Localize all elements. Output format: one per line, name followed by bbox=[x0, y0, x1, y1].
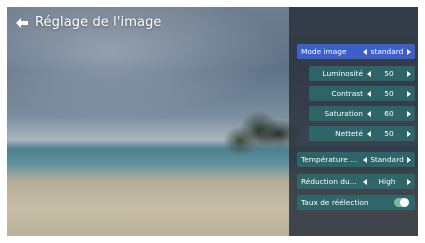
value-selector: 50 bbox=[367, 89, 415, 98]
arrow-right-icon[interactable] bbox=[407, 48, 411, 55]
arrow-right-icon[interactable] bbox=[407, 110, 411, 117]
arrow-right-icon[interactable] bbox=[407, 130, 411, 137]
setting-value: standard bbox=[370, 47, 404, 56]
setting-brightness[interactable]: Luminosité 50 bbox=[309, 66, 415, 81]
background-trees bbox=[207, 92, 302, 162]
setting-label: Réduction du... bbox=[301, 177, 357, 186]
setting-value: Standard bbox=[370, 155, 404, 164]
value-selector: High bbox=[363, 177, 415, 186]
setting-noise-reduction[interactable]: Réduction du... High bbox=[297, 174, 415, 189]
setting-contrast[interactable]: Contrast 50 bbox=[309, 86, 415, 101]
header: Réglage de l'image bbox=[15, 15, 162, 30]
toggle-knob bbox=[400, 198, 409, 207]
setting-value: 50 bbox=[384, 129, 394, 138]
arrow-right-icon[interactable] bbox=[407, 70, 411, 77]
setting-value: 50 bbox=[384, 69, 394, 78]
setting-color-temperature[interactable]: Température ... Standard bbox=[297, 152, 415, 167]
back-arrow-icon[interactable] bbox=[15, 17, 29, 29]
value-selector: 50 bbox=[367, 129, 415, 138]
setting-saturation[interactable]: Saturation 60 bbox=[309, 106, 415, 121]
page-title: Réglage de l'image bbox=[35, 15, 162, 30]
setting-label: Contrast bbox=[331, 89, 363, 98]
setting-value: 50 bbox=[384, 89, 394, 98]
setting-label: Netteté bbox=[335, 129, 363, 138]
setting-label: Saturation bbox=[324, 109, 363, 118]
setting-label: Mode image bbox=[301, 47, 347, 56]
setting-sharpness[interactable]: Netteté 50 bbox=[309, 126, 415, 141]
setting-label: Température ... bbox=[301, 155, 358, 164]
setting-value: High bbox=[378, 177, 396, 186]
toggle-switch[interactable] bbox=[394, 198, 409, 207]
settings-panel: Mode image standard Luminosité 50 Contra… bbox=[289, 7, 418, 236]
arrow-right-icon[interactable] bbox=[407, 178, 411, 185]
value-selector: standard bbox=[363, 47, 415, 56]
arrow-right-icon[interactable] bbox=[407, 90, 411, 97]
setting-picture-mode[interactable]: Mode image standard bbox=[297, 44, 415, 59]
setting-refresh-rate[interactable]: Taux de réélection bbox=[297, 195, 415, 210]
value-selector: Standard bbox=[363, 155, 415, 164]
value-selector: 50 bbox=[367, 69, 415, 78]
setting-label: Luminosité bbox=[322, 69, 363, 78]
setting-label: Taux de réélection bbox=[301, 198, 369, 207]
setting-value: 60 bbox=[384, 109, 394, 118]
arrow-right-icon[interactable] bbox=[407, 156, 411, 163]
tv-screen: Réglage de l'image Mode image standard L… bbox=[7, 7, 418, 236]
value-selector: 60 bbox=[367, 109, 415, 118]
